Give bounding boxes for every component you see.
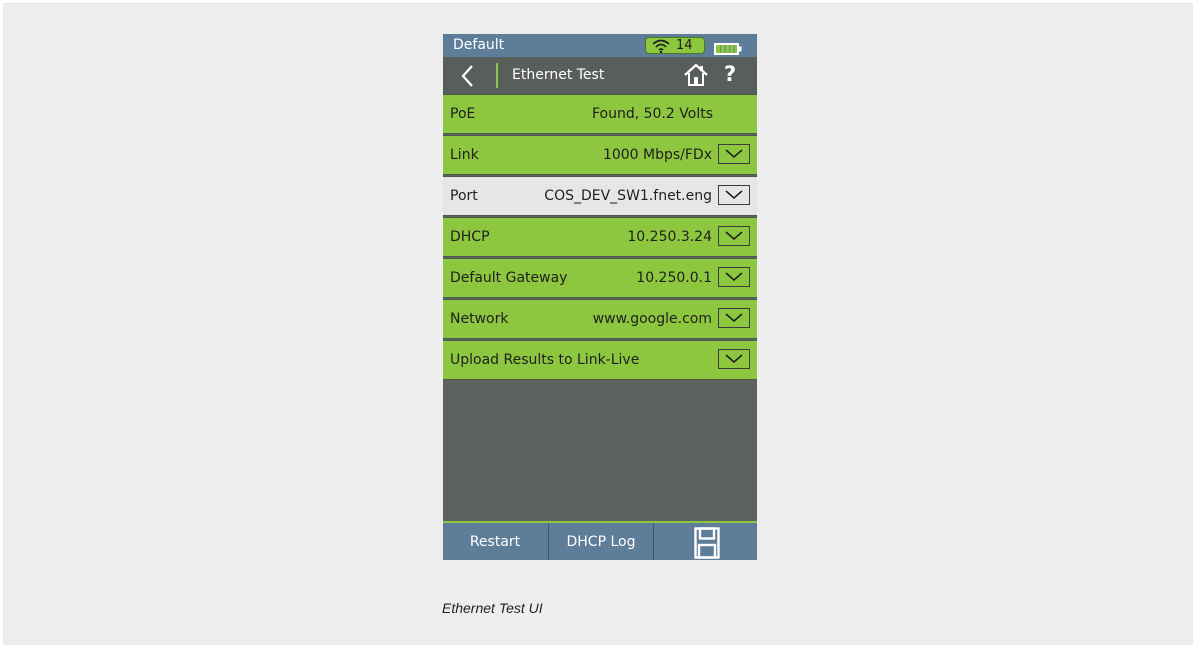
row-port[interactable]: Port COS_DEV_SW1.fnet.eng [443, 176, 757, 216]
help-button[interactable]: ? [724, 61, 736, 87]
row-network[interactable]: Network www.google.com [443, 299, 757, 339]
row-label: Default Gateway [450, 270, 568, 286]
row-label: DHCP [450, 229, 490, 245]
chevron-down-icon[interactable] [718, 267, 750, 287]
test-results-list: PoE Found, 50.2 Volts Link 1000 Mbps/FDx… [443, 94, 757, 381]
page-title: Ethernet Test [512, 67, 605, 83]
row-upload-results[interactable]: Upload Results to Link-Live [443, 340, 757, 380]
row-default-gateway[interactable]: Default Gateway 10.250.0.1 [443, 258, 757, 298]
home-icon[interactable] [683, 62, 709, 88]
row-value: 10.250.0.1 [636, 270, 712, 286]
row-value: Found, 50.2 Volts [591, 106, 713, 122]
row-value: 10.250.3.24 [627, 229, 712, 245]
row-poe: PoE Found, 50.2 Volts [443, 94, 757, 134]
chevron-down-icon[interactable] [718, 349, 750, 369]
row-dhcp[interactable]: DHCP 10.250.3.24 [443, 217, 757, 257]
restart-button[interactable]: Restart [443, 523, 547, 560]
chevron-down-icon[interactable] [718, 185, 750, 205]
wifi-icon [652, 39, 670, 57]
profile-name: Default [453, 37, 505, 53]
tester-screen: Default 14 Ethernet Test ? PoE Found, 50… [443, 34, 757, 560]
dhcp-log-button[interactable]: DHCP Log [548, 523, 653, 560]
row-label: Link [450, 147, 479, 163]
save-button[interactable] [653, 523, 757, 560]
row-label: Upload Results to Link-Live [450, 352, 640, 368]
row-value: COS_DEV_SW1.fnet.eng [544, 188, 712, 204]
nav-divider [496, 63, 498, 88]
chevron-down-icon[interactable] [718, 308, 750, 328]
chevron-down-icon[interactable] [718, 144, 750, 164]
wifi-status[interactable]: 14 [645, 37, 705, 54]
nav-bar: Ethernet Test ? [443, 57, 757, 94]
row-value: www.google.com [592, 311, 712, 327]
save-icon [694, 527, 720, 559]
wifi-count: 14 [676, 38, 693, 53]
chevron-left-icon[interactable] [457, 63, 481, 89]
row-label: Network [450, 311, 509, 327]
row-label: Port [450, 188, 478, 204]
figure-caption: Ethernet Test UI [442, 600, 543, 616]
chevron-down-icon[interactable] [718, 226, 750, 246]
bottom-toolbar: Restart DHCP Log [443, 521, 757, 560]
status-bar: Default 14 [443, 34, 757, 57]
row-link[interactable]: Link 1000 Mbps/FDx [443, 135, 757, 175]
row-label: PoE [450, 106, 476, 122]
row-value: 1000 Mbps/FDx [602, 147, 712, 163]
